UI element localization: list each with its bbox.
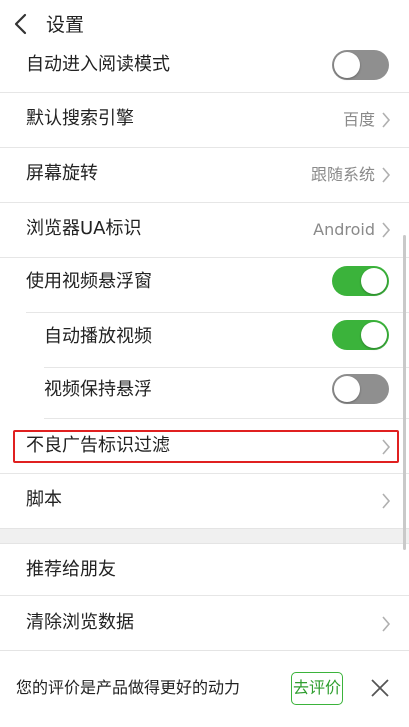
rating-prompt-text: 您的评价是产品做得更好的动力 xyxy=(16,678,241,697)
page-title: 设置 xyxy=(46,14,85,36)
setting-label: 使用视频悬浮窗 xyxy=(26,271,152,292)
setting-label: 脚本 xyxy=(26,489,62,510)
search-engine-value: 百度 xyxy=(342,110,375,129)
setting-row-autoplay-video[interactable]: 自动播放视频 xyxy=(0,313,409,368)
setting-row-search-engine[interactable]: 默认搜索引擎 百度 xyxy=(0,93,409,148)
autoplay-video-toggle[interactable] xyxy=(332,320,389,350)
setting-row-clear-data[interactable]: 清除浏览数据 xyxy=(0,596,409,650)
back-chevron-icon[interactable] xyxy=(10,12,32,36)
reading-mode-toggle[interactable] xyxy=(332,50,389,80)
chevron-right-icon xyxy=(382,112,391,128)
video-float-toggle[interactable] xyxy=(332,266,389,296)
header: 设置 xyxy=(0,0,409,48)
setting-row-screen-rotation[interactable]: 屏幕旋转 跟随系统 xyxy=(0,148,409,203)
rate-button[interactable]: 去评价 xyxy=(291,672,343,705)
setting-label: 屏幕旋转 xyxy=(26,163,98,184)
browser-ua-value: Android xyxy=(313,220,375,239)
section-gap xyxy=(0,528,409,544)
setting-label: 自动进入阅读模式 xyxy=(26,54,170,75)
rating-banner: 您的评价是产品做得更好的动力 去评价 xyxy=(0,650,409,727)
setting-row-video-float[interactable]: 使用视频悬浮窗 xyxy=(0,258,409,313)
setting-label: 视频保持悬浮 xyxy=(44,379,152,400)
setting-row-browser-ua[interactable]: 浏览器UA标识 Android xyxy=(0,203,409,258)
setting-row-script[interactable]: 脚本 xyxy=(0,474,409,528)
chevron-right-icon xyxy=(382,222,391,238)
setting-label: 自动播放视频 xyxy=(44,326,152,347)
chevron-right-icon xyxy=(382,616,391,632)
scrollbar[interactable] xyxy=(403,235,406,550)
screen-rotation-value: 跟随系统 xyxy=(310,165,375,184)
setting-row-keep-video-floating[interactable]: 视频保持悬浮 xyxy=(0,368,409,419)
setting-label: 推荐给朋友 xyxy=(26,559,116,580)
setting-row-auto-reading-mode[interactable]: 自动进入阅读模式 xyxy=(0,48,409,93)
setting-label: 清除浏览数据 xyxy=(26,612,134,633)
setting-label: 浏览器UA标识 xyxy=(26,218,142,239)
close-icon[interactable] xyxy=(370,678,390,698)
setting-label: 默认搜索引擎 xyxy=(26,108,134,129)
highlight-box xyxy=(13,430,399,463)
setting-row-recommend-friends[interactable]: 推荐给朋友 xyxy=(0,545,409,596)
chevron-right-icon xyxy=(382,493,391,509)
chevron-right-icon xyxy=(382,167,391,183)
keep-floating-toggle[interactable] xyxy=(332,374,389,404)
